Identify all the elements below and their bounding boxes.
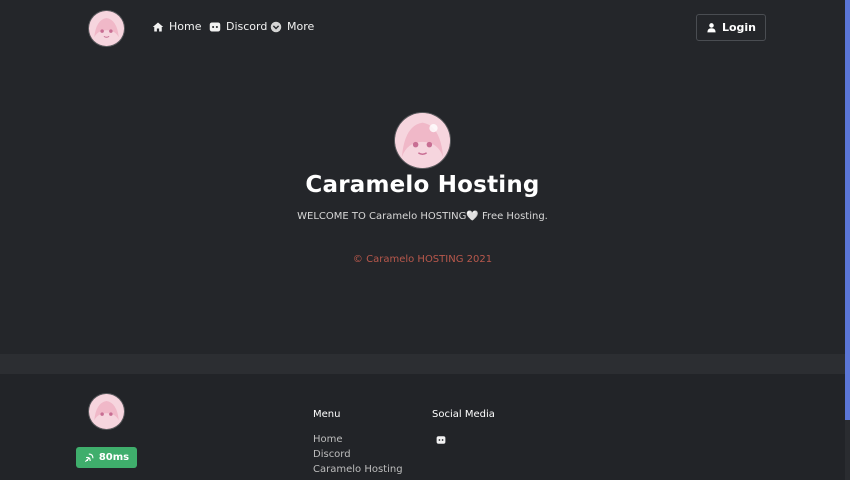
user-icon xyxy=(707,23,716,33)
hero-avatar xyxy=(395,113,450,168)
footer-avatar xyxy=(89,394,124,429)
chevron-down-icon xyxy=(270,21,282,32)
footer-link-caramelo-hosting[interactable]: Caramelo Hosting xyxy=(313,464,403,475)
footer-menu-heading: Menu xyxy=(313,409,341,420)
anime-avatar-image xyxy=(395,113,450,168)
footer-link-home[interactable]: Home xyxy=(313,434,343,445)
login-label: Login xyxy=(721,21,757,34)
copyright-text: © Caramelo HOSTING 2021 xyxy=(352,254,493,265)
scrollbar-thumb[interactable] xyxy=(845,0,850,420)
nav-discord-label: Discord xyxy=(226,20,268,33)
ping-badge: 80ms xyxy=(76,447,137,468)
anime-avatar-image xyxy=(89,11,124,46)
page-title: Caramelo Hosting xyxy=(305,172,540,198)
footer-social-heading: Social Media xyxy=(432,409,495,420)
footer-divider-band xyxy=(0,354,845,374)
discord-icon xyxy=(209,22,221,31)
nav-logo-avatar[interactable] xyxy=(89,11,124,46)
signal-icon xyxy=(84,453,94,463)
nav-home[interactable]: Home xyxy=(152,20,201,33)
nav-home-label: Home xyxy=(169,20,202,33)
welcome-text: WELCOME TO Caramelo HOSTING🤍 Free Hostin… xyxy=(297,211,548,222)
nav-discord[interactable]: Discord xyxy=(209,20,267,33)
anime-avatar-image xyxy=(89,394,124,429)
login-button[interactable]: Login xyxy=(696,14,766,41)
ping-value: 80ms xyxy=(98,452,130,463)
page-scrollbar[interactable] xyxy=(845,0,850,480)
nav-more[interactable]: More xyxy=(270,20,314,33)
discord-icon[interactable] xyxy=(436,435,446,445)
nav-more-label: More xyxy=(287,20,315,33)
home-icon xyxy=(152,22,164,31)
footer-link-discord[interactable]: Discord xyxy=(313,449,351,460)
